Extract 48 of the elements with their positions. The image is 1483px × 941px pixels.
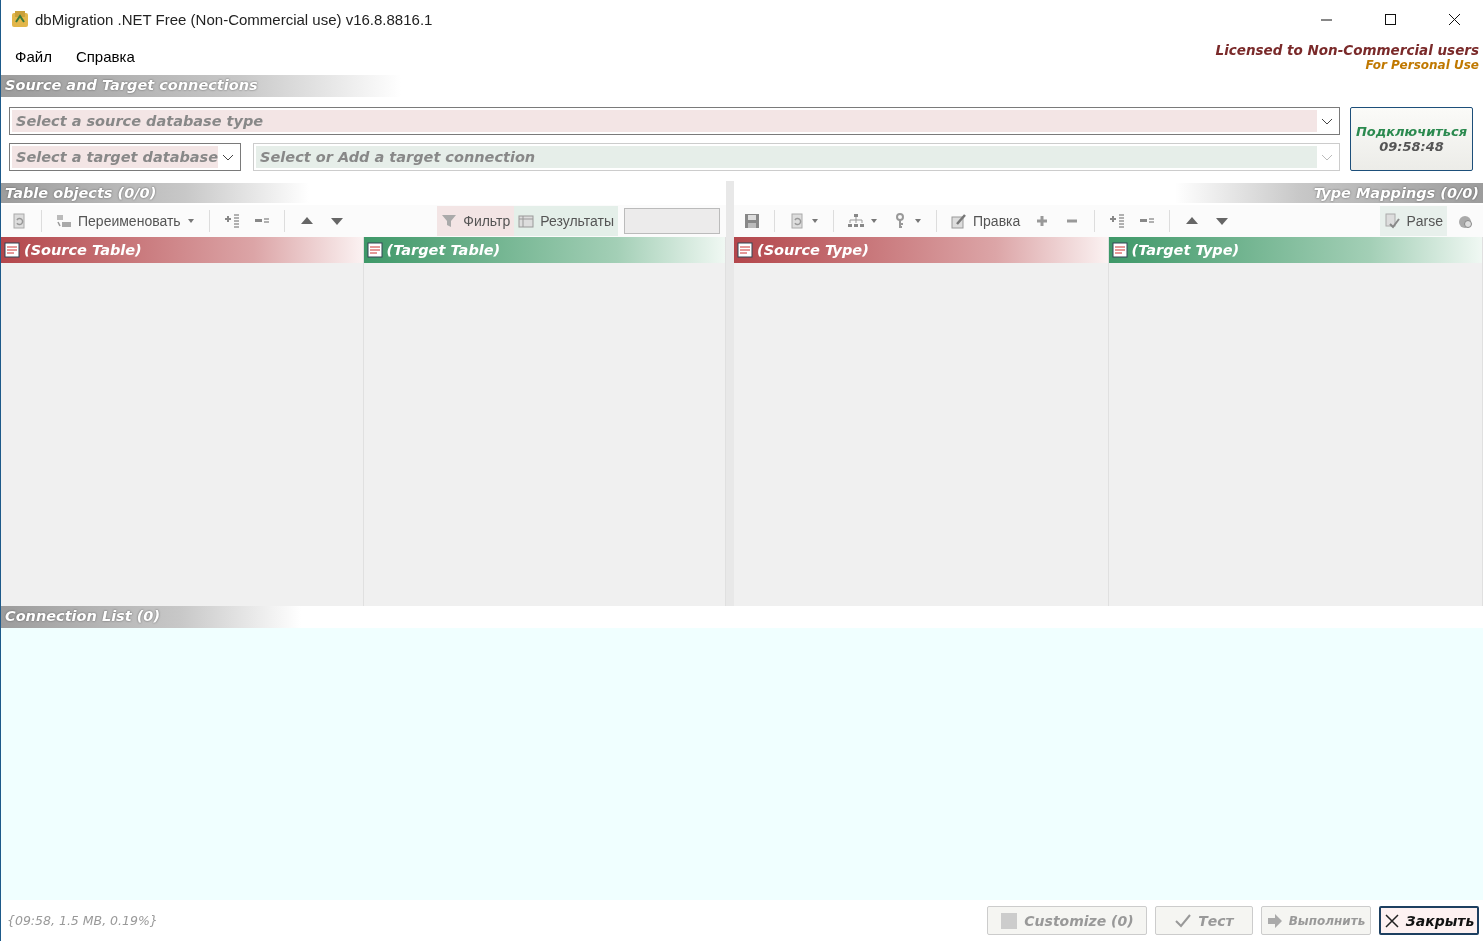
connect-button[interactable]: Подключиться 09:58:48	[1350, 107, 1473, 171]
hierarchy-icon	[848, 213, 864, 229]
app-icon	[11, 10, 29, 28]
dropdown-field[interactable]: Select a target database	[9, 143, 242, 171]
license-subtext: For Personal Use	[1365, 58, 1479, 72]
rename-button[interactable]: Переименовать	[52, 206, 199, 236]
add-column-icon	[1109, 213, 1126, 229]
results-button[interactable]: Результаты	[514, 206, 618, 236]
dropdown-field[interactable]: Select a source database type	[9, 107, 1340, 135]
document-check-icon	[1384, 213, 1401, 229]
menu-item[interactable]: Файл	[5, 38, 62, 69]
add-column-icon	[223, 213, 240, 229]
caret-icon	[186, 217, 195, 225]
column-header[interactable]: (Target Type)	[1108, 237, 1482, 263]
column-header[interactable]: (Target Table)	[363, 237, 725, 263]
save-icon	[744, 213, 760, 229]
caret-icon	[811, 217, 819, 225]
arrow-right-icon	[1266, 912, 1283, 929]
table-icon	[4, 242, 20, 258]
close-button[interactable]: Закрыть	[1379, 906, 1479, 935]
caret-icon	[914, 217, 922, 225]
search-field[interactable]	[624, 208, 720, 234]
window-title: dbMigration .NET Free (Non-Commercial use) v16.8.8816.1	[35, 10, 434, 28]
refresh-icon	[11, 213, 27, 229]
splitter-handle[interactable]	[726, 181, 734, 606]
close-icon	[1383, 912, 1400, 929]
chevron-down-icon	[222, 152, 235, 162]
parse-button[interactable]: Parse	[1380, 206, 1447, 236]
table-icon	[1111, 242, 1128, 258]
license-text: Licensed to Non-Commercial users	[1215, 42, 1479, 58]
filter-button[interactable]: Фильтр	[437, 206, 515, 236]
edit-button[interactable]: Правка	[947, 206, 1025, 236]
chevron-down-icon	[1321, 152, 1333, 162]
maximize-icon	[1384, 13, 1396, 25]
menu-item[interactable]: Справка	[65, 38, 145, 69]
refresh-icon	[789, 213, 805, 229]
caret-icon	[870, 217, 878, 225]
edit-icon	[951, 213, 967, 229]
filter-icon	[441, 213, 458, 229]
column-header[interactable]: (Source Table)	[1, 237, 363, 263]
status-text: {09:58, 1.5 MB, 0.19%}	[7, 913, 159, 928]
column-header[interactable]: (Source Type)	[734, 237, 1108, 263]
table-icon	[737, 242, 753, 258]
close-icon	[1448, 13, 1460, 25]
table-icon	[366, 242, 383, 258]
rename-icon	[56, 213, 72, 229]
chevron-down-icon	[1321, 116, 1333, 126]
table-icon	[518, 213, 535, 229]
